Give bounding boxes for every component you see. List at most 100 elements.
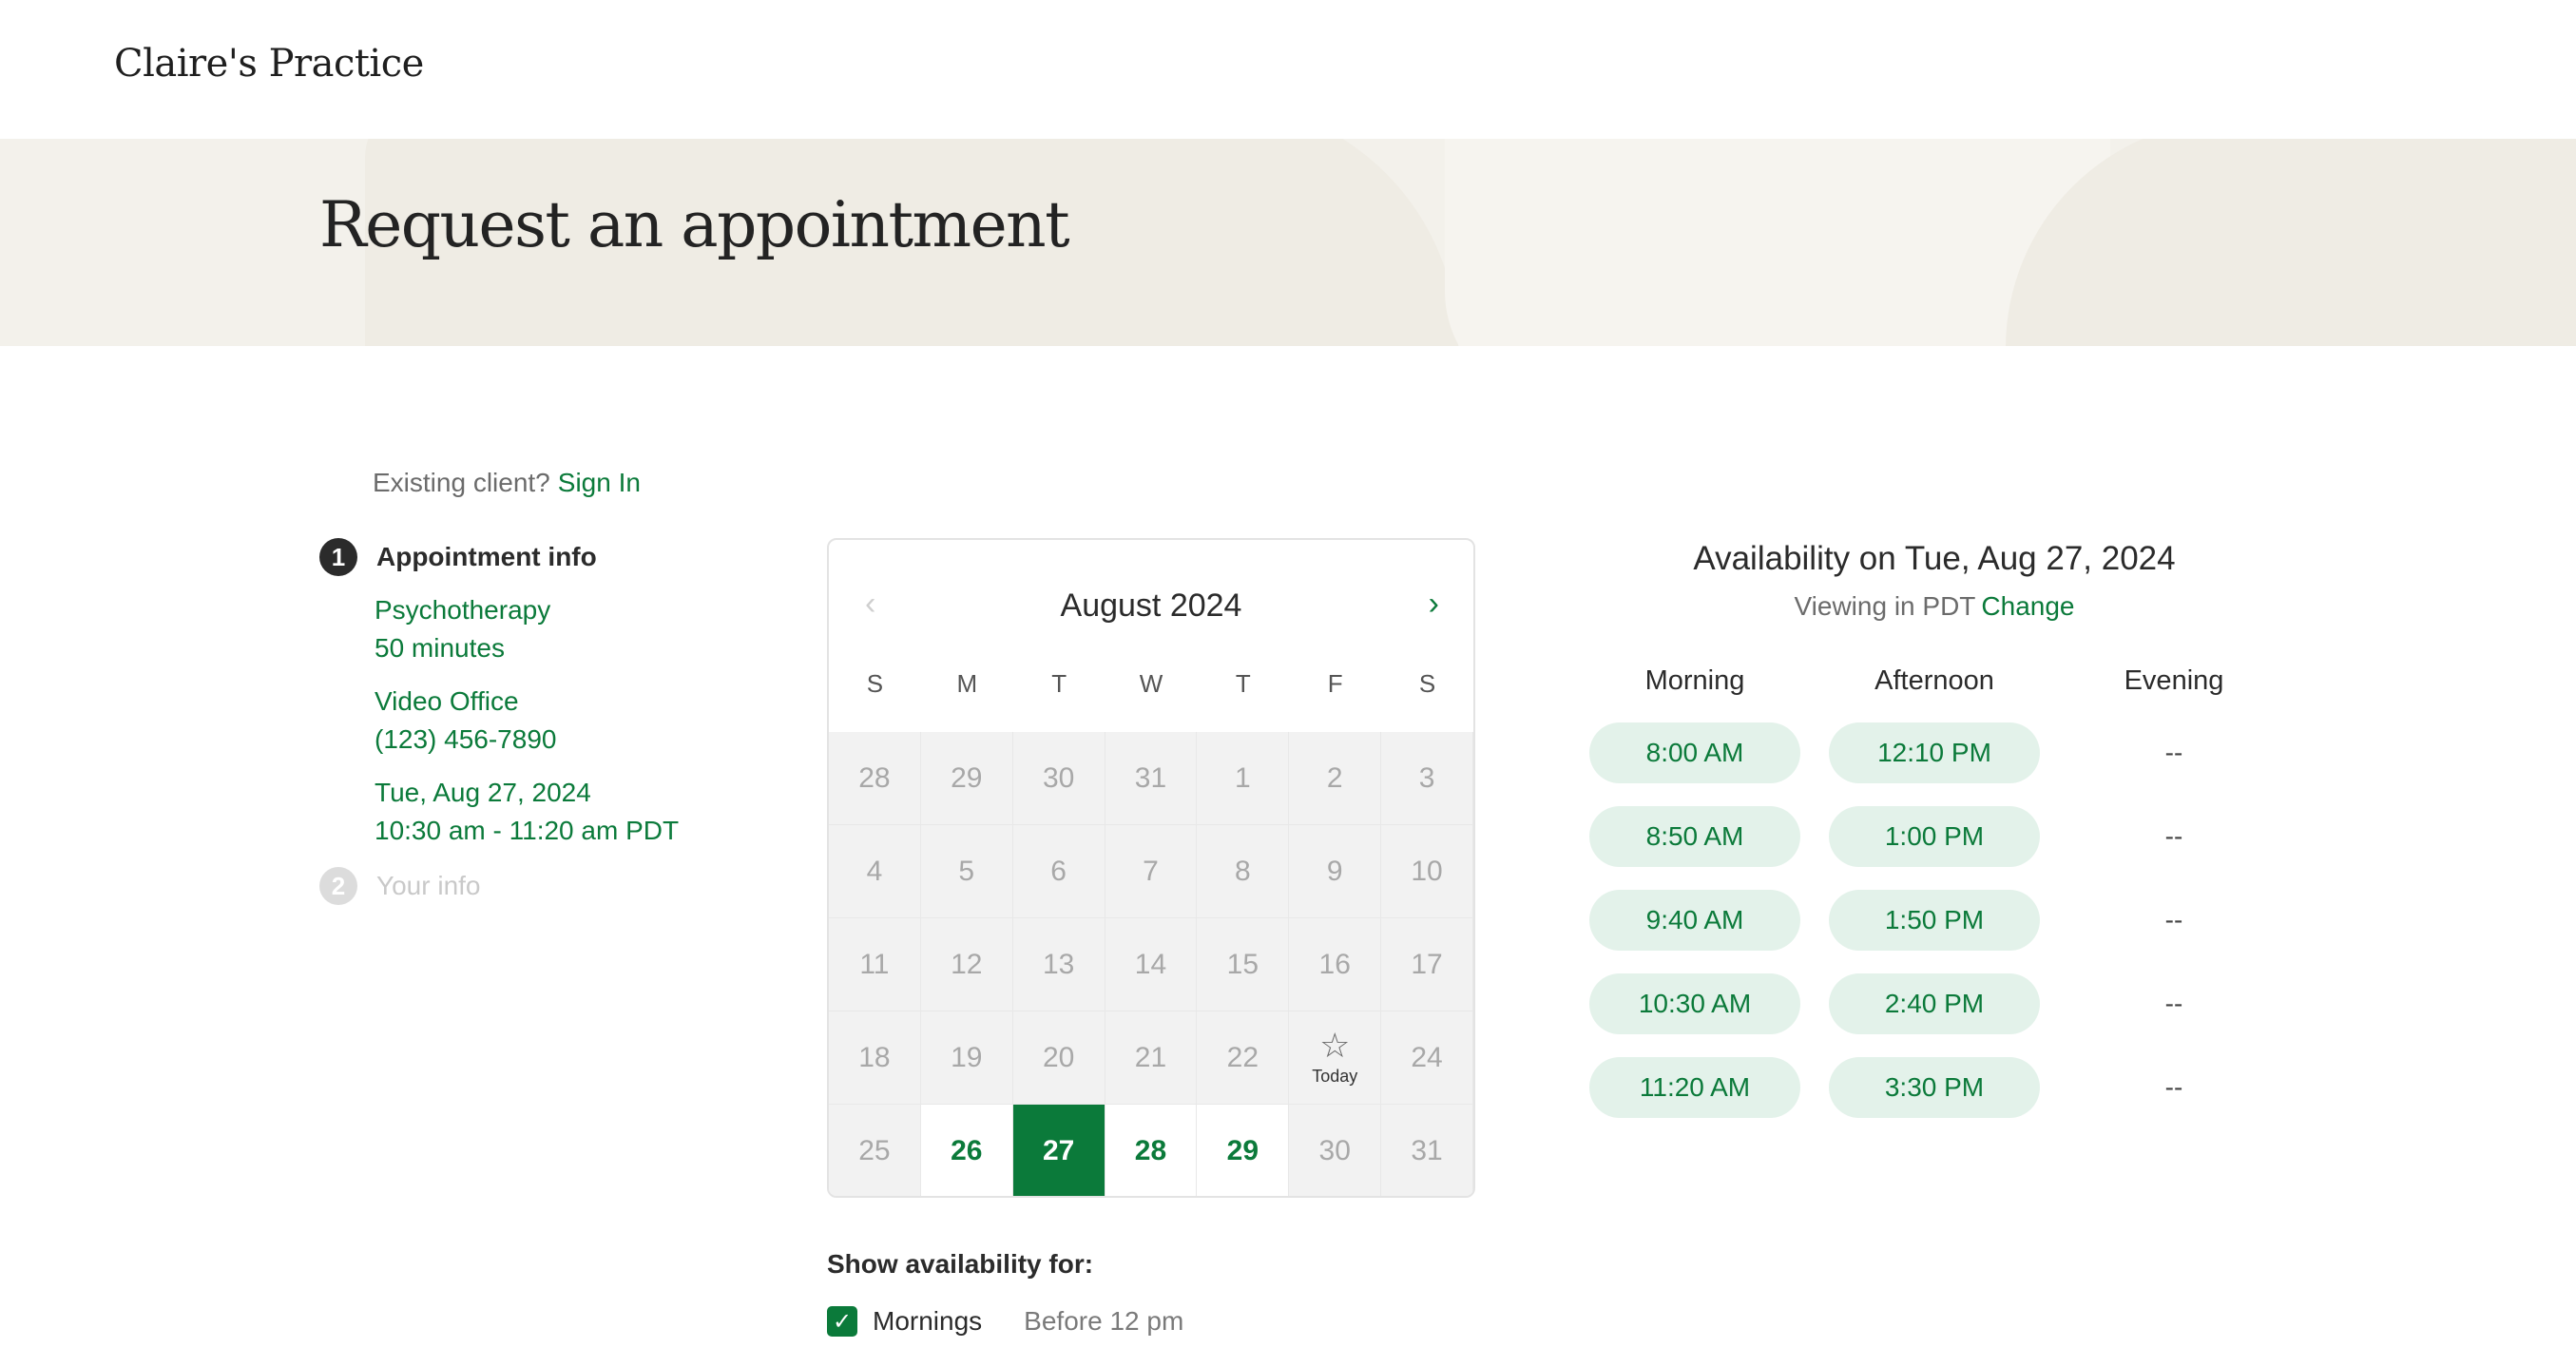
location-name: Video Office bbox=[375, 686, 519, 716]
time-slot-button[interactable]: 3:30 PM bbox=[1829, 1057, 2040, 1118]
column-header: Evening bbox=[2124, 665, 2224, 696]
column-header: Afternoon bbox=[1874, 665, 1994, 696]
timezone-text: Viewing in PDT bbox=[1794, 591, 1976, 621]
change-timezone-link[interactable]: Change bbox=[1981, 591, 2074, 621]
date-picker-calendar: ‹ August 2024 › SMTWTFS 28 29 30 31 1 2 3 4 5 6 7 8… bbox=[827, 538, 1475, 1198]
existing-client-prompt: Existing client? Sign In bbox=[373, 468, 641, 498]
calendar-day[interactable]: 26 bbox=[920, 1105, 1013, 1196]
timezone-info: Viewing in PDT Change bbox=[1559, 591, 2310, 622]
no-slot: -- bbox=[2164, 989, 2183, 1018]
time-slot-button[interactable]: 8:00 AM bbox=[1589, 722, 1800, 783]
show-availability-label: Show availability for: bbox=[827, 1249, 1094, 1279]
weekday-header: SMTWTFS bbox=[829, 669, 1473, 699]
calendar-day: 28 bbox=[829, 732, 921, 825]
calendar-day: 20 bbox=[1012, 1011, 1105, 1105]
evening-column: Evening -- -- -- -- -- bbox=[2068, 665, 2279, 1141]
calendar-day: 9 bbox=[1289, 825, 1382, 918]
calendar-day: 30 bbox=[1289, 1105, 1382, 1196]
calendar-day: 30 bbox=[1012, 732, 1105, 825]
calendar-day: 13 bbox=[1012, 918, 1105, 1011]
calendar-day: 16 bbox=[1289, 918, 1382, 1011]
calendar-day: 31 bbox=[1105, 732, 1198, 825]
calendar-day: 8 bbox=[1197, 825, 1290, 918]
mornings-checkbox[interactable]: ✓ bbox=[827, 1306, 857, 1337]
no-slot: -- bbox=[2164, 738, 2183, 767]
appointment-time: 10:30 am - 11:20 am PDT bbox=[375, 816, 680, 845]
calendar-day: 29 bbox=[920, 732, 1013, 825]
time-slot-button[interactable]: 8:50 AM bbox=[1589, 806, 1800, 867]
calendar-day: 21 bbox=[1105, 1011, 1198, 1105]
service-name: Psychotherapy bbox=[375, 595, 551, 625]
mornings-option[interactable]: ✓ Mornings Before 12 pm bbox=[827, 1306, 1183, 1337]
sign-in-link[interactable]: Sign In bbox=[558, 468, 641, 497]
calendar-day: 15 bbox=[1197, 918, 1290, 1011]
time-slot-button[interactable]: 9:40 AM bbox=[1589, 890, 1800, 951]
calendar-day: 12 bbox=[920, 918, 1013, 1011]
step-number: 2 bbox=[319, 867, 357, 905]
calendar-day[interactable]: 28 bbox=[1105, 1105, 1198, 1196]
calendar-day: 6 bbox=[1012, 825, 1105, 918]
calendar-day: 19 bbox=[920, 1011, 1013, 1105]
option-label: Mornings bbox=[873, 1306, 983, 1336]
star-icon: ☆ bbox=[1319, 1026, 1351, 1065]
step-number: 1 bbox=[319, 538, 357, 576]
practice-name[interactable]: Claire's Practice bbox=[114, 42, 424, 86]
calendar-day[interactable]: 29 bbox=[1197, 1105, 1290, 1196]
calendar-day: 11 bbox=[829, 918, 921, 1011]
time-slot-button[interactable]: 2:40 PM bbox=[1829, 973, 2040, 1034]
calendar-month: August 2024 bbox=[1060, 587, 1242, 624]
weekday-label: W bbox=[1139, 669, 1163, 698]
step-title: Appointment info bbox=[376, 542, 597, 571]
weekday-label: T bbox=[1051, 669, 1067, 698]
calendar-day: 7 bbox=[1105, 825, 1198, 918]
calendar-day-selected[interactable]: 27 bbox=[1012, 1105, 1105, 1196]
calendar-day: 24 bbox=[1381, 1011, 1473, 1105]
calendar-day: 22 bbox=[1197, 1011, 1290, 1105]
appointment-date: Tue, Aug 27, 2024 bbox=[375, 778, 591, 807]
chevron-right-icon[interactable]: › bbox=[1429, 586, 1439, 623]
calendar-day: 1 bbox=[1197, 732, 1290, 825]
time-slot-button[interactable]: 12:10 PM bbox=[1829, 722, 2040, 783]
top-bar: Claire's Practice bbox=[0, 0, 2576, 139]
step-your-info: 2 Your info bbox=[319, 867, 481, 905]
no-slot: -- bbox=[2164, 905, 2183, 934]
calendar-day: 2 bbox=[1289, 732, 1382, 825]
existing-client-text: Existing client? bbox=[373, 468, 550, 497]
calendar-day: 17 bbox=[1381, 918, 1473, 1011]
today-label: Today bbox=[1312, 1067, 1358, 1086]
checkmark-icon: ✓ bbox=[832, 1308, 853, 1335]
weekday-label: T bbox=[1235, 669, 1251, 698]
time-slot-button[interactable]: 1:50 PM bbox=[1829, 890, 2040, 951]
column-header: Morning bbox=[1644, 665, 1745, 696]
calendar-day: 18 bbox=[829, 1011, 921, 1105]
calendar-day: 25 bbox=[829, 1105, 921, 1196]
location-info: Video Office (123) 456-7890 bbox=[375, 683, 556, 759]
calendar-header: ‹ August 2024 › SMTWTFS bbox=[829, 540, 1473, 736]
weekday-label: S bbox=[866, 669, 884, 698]
calendar-day: 5 bbox=[920, 825, 1013, 918]
calendar-day: 10 bbox=[1381, 825, 1473, 918]
location-phone: (123) 456-7890 bbox=[375, 724, 557, 754]
datetime-info: Tue, Aug 27, 2024 10:30 am - 11:20 am PD… bbox=[375, 774, 679, 850]
calendar-grid: 28 29 30 31 1 2 3 4 5 6 7 8 9 10 11 12 13 14 15 16 17 18 19 20 2… bbox=[829, 732, 1473, 1196]
weekday-label: M bbox=[956, 669, 978, 698]
time-slot-button[interactable]: 11:20 AM bbox=[1589, 1057, 1800, 1118]
availability-title: Availability on Tue, Aug 27, 2024 bbox=[1693, 540, 2176, 577]
calendar-day-today: ☆ Today bbox=[1289, 1011, 1382, 1105]
no-slot: -- bbox=[2164, 821, 2183, 851]
weekday-label: S bbox=[1418, 669, 1436, 698]
step-title: Your info bbox=[376, 871, 481, 900]
service-info: Psychotherapy 50 minutes bbox=[375, 591, 550, 667]
time-slot-button[interactable]: 10:30 AM bbox=[1589, 973, 1800, 1034]
hero-decoration bbox=[2006, 139, 2576, 346]
hero-banner: Request an appointment bbox=[0, 139, 2576, 346]
weekday-label: F bbox=[1327, 669, 1343, 698]
option-description: Before 12 pm bbox=[1024, 1306, 1184, 1336]
calendar-day: 14 bbox=[1105, 918, 1198, 1011]
afternoon-column: Afternoon 12:10 PM 1:00 PM 1:50 PM 2:40 … bbox=[1829, 665, 2040, 1141]
time-slot-button[interactable]: 1:00 PM bbox=[1829, 806, 2040, 867]
calendar-day: 31 bbox=[1381, 1105, 1473, 1196]
calendar-day: 3 bbox=[1381, 732, 1473, 825]
calendar-day: 4 bbox=[829, 825, 921, 918]
morning-column: Morning 8:00 AM 8:50 AM 9:40 AM 10:30 AM… bbox=[1589, 665, 1800, 1141]
